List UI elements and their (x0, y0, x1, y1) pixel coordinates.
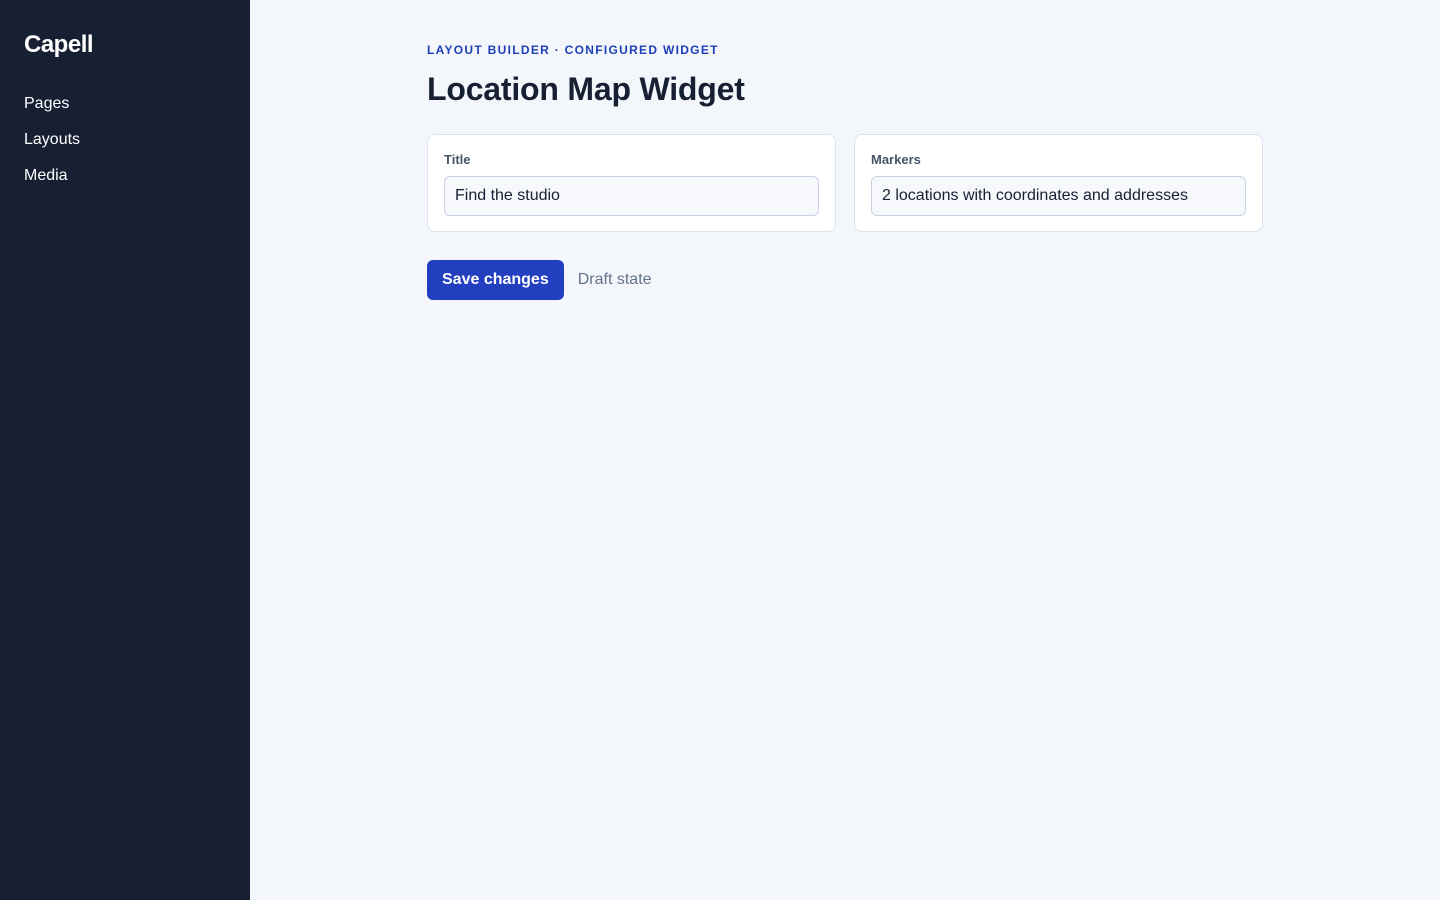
brand-logo: Capell (24, 31, 94, 58)
form-actions: Save changes Draft state (427, 260, 1263, 300)
title-field-label: Title (444, 152, 471, 167)
sidebar: Capell Pages Layouts Media (0, 0, 250, 900)
app-shell: Capell Pages Layouts Media LAYOUT BUILDE… (0, 0, 1440, 900)
markers-field-card: Markers (854, 134, 1263, 232)
sidebar-nav: Pages Layouts Media (24, 94, 226, 202)
main-content: LAYOUT BUILDER · CONFIGURED WIDGET Locat… (250, 0, 1440, 900)
save-button[interactable]: Save changes (427, 260, 564, 300)
breadcrumb: LAYOUT BUILDER · CONFIGURED WIDGET (427, 43, 719, 57)
title-field-card: Title (427, 134, 836, 232)
markers-input[interactable] (871, 176, 1246, 216)
widget-editor: LAYOUT BUILDER · CONFIGURED WIDGET Locat… (427, 42, 1263, 300)
sidebar-item-media[interactable]: Media (24, 166, 226, 202)
draft-status: Draft state (577, 271, 652, 288)
markers-field-label: Markers (871, 152, 921, 167)
sidebar-item-layouts[interactable]: Layouts (24, 130, 226, 166)
field-cards: Title Markers (427, 134, 1263, 232)
page-title: Location Map Widget (427, 71, 745, 107)
title-input[interactable] (444, 176, 819, 216)
sidebar-item-pages[interactable]: Pages (24, 94, 226, 130)
